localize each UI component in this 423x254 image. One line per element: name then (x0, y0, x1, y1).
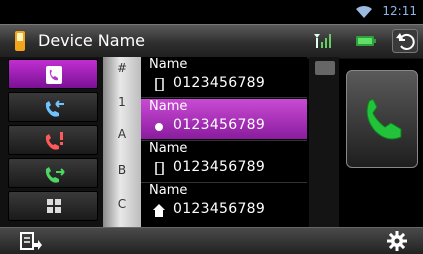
contact-number: 0123456789 (173, 117, 266, 133)
contact-name: Name (149, 57, 188, 72)
outgoing-call-icon (45, 100, 64, 117)
mobile-phone-icon (155, 162, 164, 175)
call-button[interactable] (346, 70, 418, 168)
scroll-thumb[interactable] (315, 61, 335, 75)
missed-calls-button[interactable] (8, 125, 98, 155)
index-letter[interactable]: # (103, 61, 141, 75)
contact-name: Name (149, 99, 188, 114)
phone-handset-icon (366, 98, 402, 140)
back-button[interactable] (392, 29, 418, 53)
phonebook-button[interactable] (8, 59, 98, 89)
settings-gear-icon[interactable] (384, 229, 410, 253)
list-item[interactable]: Name 0123456789 (141, 99, 307, 139)
page-title: Device Name (38, 31, 146, 50)
index-letter[interactable]: A (103, 127, 141, 141)
home-icon (153, 204, 165, 217)
list-scrollbar[interactable] (309, 57, 339, 227)
menu-button[interactable] (12, 229, 46, 253)
call-type-sidebar (0, 57, 103, 227)
dot-icon (155, 123, 163, 131)
status-bar: 12:11 (0, 0, 423, 24)
list-item[interactable]: Name 0123456789 (141, 141, 307, 181)
contact-number: 0123456789 (173, 75, 266, 91)
contact-number: 0123456789 (173, 201, 266, 217)
contact-list: Name 0123456789 Name 0123456789 Name 012… (141, 57, 307, 227)
header-bar: Device Name (0, 24, 423, 59)
contact-number: 0123456789 (173, 159, 266, 175)
phonebook-icon (46, 66, 62, 84)
index-letter[interactable]: B (103, 163, 141, 177)
incoming-call-icon (45, 167, 65, 183)
outgoing-calls-button[interactable] (8, 92, 98, 122)
contact-name: Name (149, 141, 188, 156)
index-letter[interactable]: 1 (103, 95, 141, 109)
missed-call-icon (45, 132, 63, 150)
phone-device-icon (15, 31, 25, 51)
mobile-phone-icon (155, 78, 164, 91)
wifi-icon (356, 5, 372, 18)
clock: 12:11 (382, 4, 417, 18)
bottom-bar (0, 227, 423, 254)
incoming-calls-button[interactable] (8, 158, 98, 188)
index-letter[interactable]: C (103, 197, 141, 211)
alphabet-index[interactable]: # 1 A B C (103, 57, 141, 227)
dialpad-button[interactable] (8, 191, 98, 221)
signal-strength-icon (314, 34, 331, 48)
battery-icon (356, 36, 376, 46)
list-item[interactable]: Name 0123456789 (141, 183, 307, 223)
contact-name: Name (149, 183, 188, 198)
list-item[interactable]: Name 0123456789 (141, 57, 307, 97)
dialpad-icon (47, 199, 61, 213)
